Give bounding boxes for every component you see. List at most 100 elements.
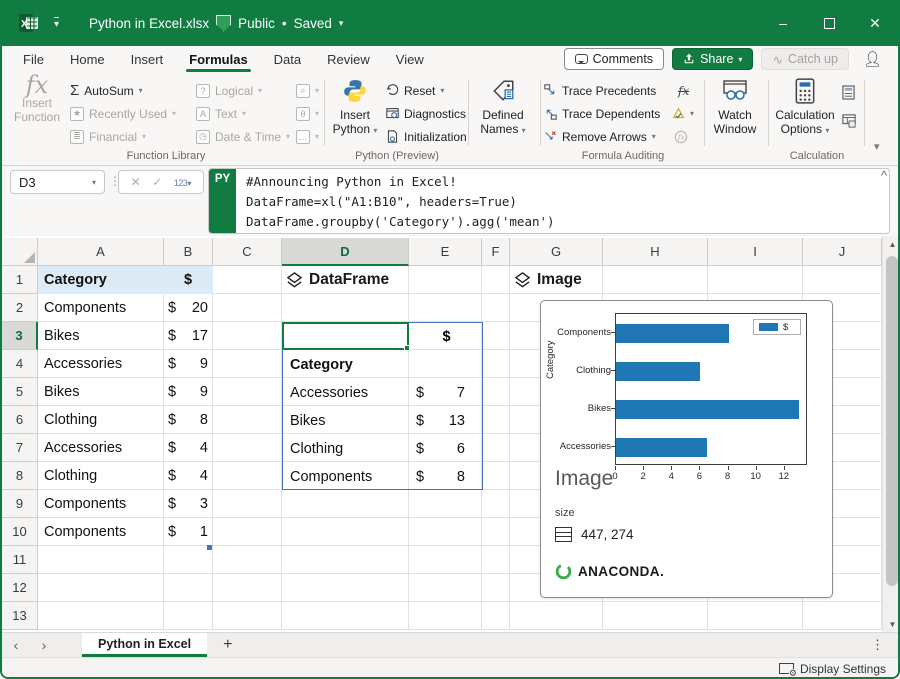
grid-cell[interactable] (409, 266, 482, 294)
column-header-D[interactable]: D (282, 238, 409, 266)
image-preview-card[interactable]: Category $ Image size 447, 274 ANACONDA.… (540, 300, 833, 598)
table-row[interactable]: Components$20 (38, 294, 213, 322)
math-trig-button[interactable]: θ▾ (296, 103, 319, 124)
dataframe-row[interactable]: Clothing$6 (283, 435, 482, 463)
grid-cell[interactable] (409, 518, 482, 546)
sheet-nav-left-icon[interactable]: ‹ (2, 637, 30, 653)
autosum-button[interactable]: Σ AutoSum ▾ (70, 80, 143, 101)
menu-tab-formulas[interactable]: Formulas (176, 46, 261, 72)
table-row[interactable]: Accessories$9 (38, 350, 213, 378)
grid-cell[interactable] (409, 294, 482, 322)
row-header-4[interactable]: 4 (2, 350, 38, 378)
text-button[interactable]: A Text ▾ (196, 103, 246, 124)
grid-cell[interactable] (482, 322, 510, 350)
column-header-B[interactable]: B (164, 238, 213, 266)
menu-tab-data[interactable]: Data (261, 46, 314, 72)
python-output-type-selector[interactable]: 123▾ (174, 175, 192, 189)
column-header-I[interactable]: I (708, 238, 803, 266)
grid-cell[interactable] (409, 602, 482, 630)
image-cell-label[interactable]: Image (514, 266, 582, 294)
dataframe-row[interactable]: Components$8 (283, 463, 482, 491)
grid-cell[interactable] (38, 574, 164, 602)
confirm-entry-icon[interactable]: ✓ (152, 175, 162, 189)
row-header-3[interactable]: 3 (2, 322, 38, 350)
vertical-scrollbar[interactable]: ▲ ▼ (882, 236, 900, 632)
collapse-formula-bar-icon[interactable]: ^ (876, 168, 892, 183)
calculate-sheet-button[interactable] (842, 110, 856, 131)
grid-cell[interactable] (282, 518, 409, 546)
grid-cell[interactable] (708, 266, 803, 294)
reset-button[interactable]: Reset ▾ (386, 80, 444, 101)
grid-cell[interactable] (482, 266, 510, 294)
grid-cell[interactable] (482, 546, 510, 574)
grid-cell[interactable] (213, 574, 282, 602)
grid-cell[interactable] (282, 546, 409, 574)
trace-precedents-button[interactable]: Trace Precedents (544, 80, 656, 101)
dataframe-row[interactable]: Bikes$13 (283, 407, 482, 435)
grid-cell[interactable] (482, 406, 510, 434)
grid-cell[interactable] (213, 406, 282, 434)
scrollbar-thumb[interactable] (886, 256, 898, 586)
grid-cell[interactable] (164, 574, 213, 602)
evaluate-formula-button[interactable]: fx (674, 126, 688, 147)
grid-cell[interactable] (164, 602, 213, 630)
grid-cell[interactable] (510, 602, 603, 630)
formula-input[interactable]: PY #Announcing Python in Excel!DataFrame… (208, 168, 890, 234)
grid-cell[interactable] (164, 546, 213, 574)
grid-cell[interactable] (282, 294, 409, 322)
grid-cell[interactable] (708, 602, 803, 630)
grid-cell[interactable] (409, 546, 482, 574)
add-sheet-button[interactable]: + (207, 636, 248, 654)
grid-cell[interactable] (213, 518, 282, 546)
dataframe-value-header[interactable]: $ (410, 323, 483, 351)
sheet-bar-more-icon[interactable]: ⋮ (871, 637, 898, 653)
menu-tab-file[interactable]: File (10, 46, 57, 72)
catch-up-button[interactable]: ∿ Catch up (761, 48, 849, 70)
menu-tab-review[interactable]: Review (314, 46, 383, 72)
column-header-C[interactable]: C (213, 238, 282, 266)
diagnostics-button[interactable]: Diagnostics (386, 103, 466, 124)
excel-app-icon[interactable]: X (18, 12, 40, 34)
row-header-10[interactable]: 10 (2, 518, 38, 546)
calculate-now-button[interactable] (842, 82, 855, 103)
row-header-7[interactable]: 7 (2, 434, 38, 462)
table-header-row[interactable]: Category$ (38, 266, 213, 294)
grid-cell[interactable] (482, 434, 510, 462)
grid-cell[interactable] (603, 266, 708, 294)
minimize-button[interactable]: – (760, 0, 806, 46)
remove-arrows-button[interactable]: Remove Arrows ▾ (544, 126, 656, 147)
grid-cell[interactable] (803, 602, 882, 630)
watch-window-button[interactable]: WatchWindow (706, 78, 764, 136)
table-row[interactable]: Components$3 (38, 490, 213, 518)
defined-names-button[interactable]: DefinedNames ▾ (474, 78, 532, 138)
display-settings-label[interactable]: Display Settings (800, 662, 886, 676)
grid-cell[interactable] (482, 490, 510, 518)
grid-cell[interactable] (482, 602, 510, 630)
column-header-F[interactable]: F (482, 238, 510, 266)
recently-used-button[interactable]: ★ Recently Used ▾ (70, 103, 176, 124)
dataframe-index-header[interactable]: Category (283, 351, 482, 379)
lookup-reference-button[interactable]: ⌕▾ (296, 80, 319, 101)
menu-tab-insert[interactable]: Insert (118, 46, 177, 72)
grid-cell[interactable] (213, 434, 282, 462)
grid-cell[interactable] (282, 602, 409, 630)
name-box[interactable]: D3 ▾ (10, 170, 105, 194)
column-header-H[interactable]: H (603, 238, 708, 266)
grid-cell[interactable] (603, 602, 708, 630)
grid-cell[interactable] (213, 490, 282, 518)
sheet-nav-right-icon[interactable]: › (30, 637, 58, 653)
table-row[interactable]: Bikes$9 (38, 378, 213, 406)
close-button[interactable]: ✕ (852, 0, 898, 46)
grid-cell[interactable] (213, 294, 282, 322)
comments-button[interactable]: Comments (564, 48, 664, 70)
insert-python-button[interactable]: InsertPython ▾ (326, 78, 384, 138)
grid-cell[interactable] (282, 574, 409, 602)
calculation-options-button[interactable]: CalculationOptions ▾ (772, 78, 838, 138)
grid-cell[interactable] (409, 490, 482, 518)
date-time-button[interactable]: ◷ Date & Time ▾ (196, 126, 290, 147)
column-header-J[interactable]: J (803, 238, 882, 266)
row-header-13[interactable]: 13 (2, 602, 38, 630)
table-row[interactable]: Clothing$8 (38, 406, 213, 434)
grid-cell[interactable] (803, 266, 882, 294)
sheet-tab-active[interactable]: Python in Excel (82, 633, 207, 657)
